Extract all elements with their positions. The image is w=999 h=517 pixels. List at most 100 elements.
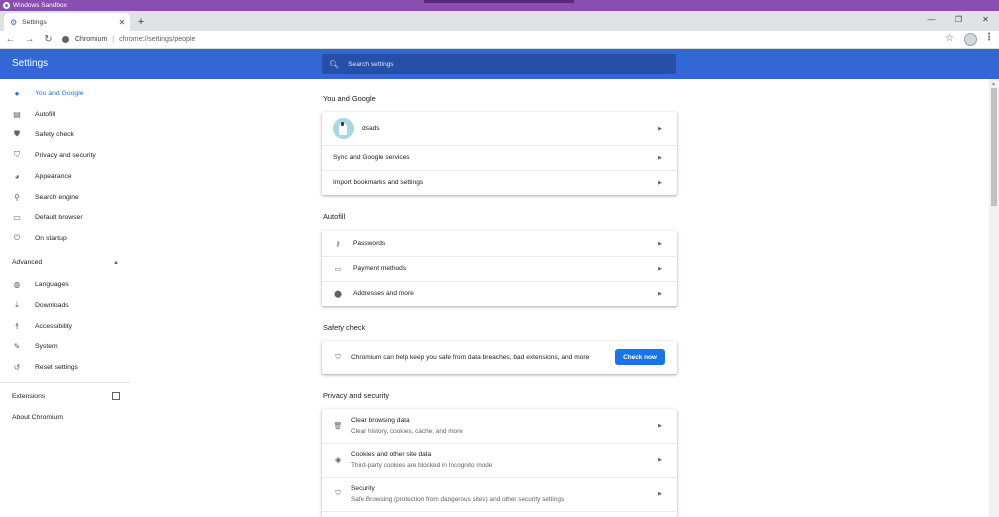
sidebar-item-languages[interactable]: ◍ Languages [0, 274, 130, 294]
search-input[interactable]: 🔍︎ Search settings [322, 54, 676, 74]
site-name: Chromium [75, 36, 108, 43]
sandbox-icon [3, 2, 10, 9]
url-text[interactable]: chrome://settings/people [119, 36, 195, 43]
sidebar-item-accessibility[interactable]: ☨ Accessibility [0, 316, 130, 336]
profile-avatar[interactable] [964, 33, 977, 46]
sidebar-item-you-and-google[interactable]: ● You and Google [0, 83, 130, 103]
sidebar-item-label: System [35, 342, 58, 350]
restore-button[interactable]: ❐ [945, 11, 972, 29]
page-title: Settings [12, 58, 49, 69]
sidebar-item-autofill[interactable]: ▤ Autofill [0, 104, 130, 124]
settings-header: Settings 🔍︎ Search settings [0, 49, 999, 79]
autofill-card: ⚷ Passwords ▶ ▭ Payment methods ▶ ⬤ Addr… [322, 231, 677, 306]
sidebar-item-label: You and Google [35, 89, 84, 97]
reload-icon[interactable]: ↻ [40, 34, 57, 45]
arrow-right-icon: ▶ [658, 423, 662, 429]
sidebar-item-label: Autofill [35, 110, 56, 118]
addresses-row[interactable]: ⬤ Addresses and more ▶ [322, 281, 677, 306]
sidebar-item-downloads[interactable]: ⤓ Downloads [0, 295, 130, 315]
browser-icon: ▭ [13, 212, 21, 222]
sidebar-item-system[interactable]: ✎ System [0, 336, 130, 356]
trash-icon: 🗑︎ [333, 423, 343, 430]
scroll-thumb[interactable] [991, 88, 997, 206]
section-title-safety-check: Safety check [323, 323, 366, 332]
location-pin-icon: ⬤ [334, 290, 342, 298]
power-icon: ⏻ [13, 233, 21, 242]
cookies-title: Cookies and other site data [351, 451, 432, 458]
passwords-label: Passwords [353, 240, 386, 247]
scroll-up-icon[interactable]: ▲ [991, 81, 996, 87]
site-info-icon[interactable] [62, 36, 69, 43]
profile-row[interactable]: dsads ▶ [322, 112, 677, 145]
new-tab-button[interactable]: + [134, 15, 148, 29]
security-sub: Safe Browsing (protection from dangerous… [351, 496, 565, 503]
sidebar-item-label: Downloads [35, 301, 69, 309]
sandbox-title: Windows Sandbox [13, 2, 67, 9]
credit-card-icon: ▭ [334, 265, 342, 273]
sidebar-item-label: Accessibility [35, 322, 73, 330]
back-arrow-icon[interactable]: ← [2, 34, 19, 45]
key-icon: ⚷ [335, 240, 341, 248]
advanced-toggle[interactable]: Advanced [12, 259, 42, 266]
clear-data-sub: Clear history, cookies, cache, and more [351, 428, 463, 435]
shield-icon: ⛉ [14, 150, 20, 159]
close-window-button[interactable]: ✕ [972, 11, 999, 29]
sidebar-item-label: Reset settings [35, 363, 79, 371]
shield-icon: ⛉ [335, 353, 341, 361]
arrow-right-icon: ▶ [658, 491, 662, 497]
address-separator: | [112, 36, 115, 43]
sidebar-item-appearance[interactable]: ◕ Appearance [0, 166, 130, 186]
history-icon: ↺ [13, 362, 21, 372]
passwords-row[interactable]: ⚷ Passwords ▶ [322, 231, 677, 256]
menu-dots-icon[interactable]: ⋮ [984, 32, 994, 43]
browser-toolbar: ← → ↻ Chromium | chrome://settings/peopl… [0, 31, 999, 49]
tab-settings[interactable]: ⚙ Settings ✕ [4, 13, 130, 31]
security-row[interactable]: ⛉ Security Safe Browsing (protection fro… [322, 477, 677, 511]
tab-strip: ⚙ Settings ✕ + [0, 11, 999, 31]
forward-arrow-icon[interactable]: → [21, 34, 38, 45]
clear-data-row[interactable]: 🗑︎ Clear browsing data Clear history, co… [322, 409, 677, 443]
sidebar-item-about[interactable]: About Chromium [12, 414, 63, 421]
sidebar-item-reset[interactable]: ↺ Reset settings [0, 357, 130, 377]
shield-icon: ⛉ [335, 490, 341, 497]
arrow-right-icon: ▶ [658, 457, 662, 463]
arrow-right-icon: ▶ [658, 125, 662, 132]
minimize-button[interactable]: — [918, 11, 945, 29]
sidebar-item-label: Safety check [35, 130, 74, 138]
download-icon: ⤓ [15, 300, 19, 309]
palette-icon: ◕ [14, 171, 20, 181]
import-label: Import bookmarks and settings [333, 179, 424, 186]
sidebar-item-search-engine[interactable]: ⚲ Search engine [0, 187, 130, 207]
sidebar-item-extensions[interactable]: Extensions [12, 393, 45, 400]
search-placeholder: Search settings [348, 60, 394, 68]
dog-ear [341, 122, 344, 126]
person-icon: ● [14, 88, 20, 98]
bookmark-star-icon[interactable]: ☆ [945, 33, 954, 44]
sidebar-item-privacy[interactable]: ⛉ Privacy and security [0, 145, 130, 165]
sidebar-item-safety-check[interactable]: ⛊ Safety check [0, 124, 130, 144]
shield-check-icon: ⛊ [14, 129, 20, 138]
address-bar[interactable]: Chromium | chrome://settings/people [57, 32, 957, 47]
arrow-right-icon: ▶ [658, 179, 662, 186]
wrench-icon: ✎ [13, 341, 21, 351]
check-now-button[interactable]: Check now [615, 349, 665, 365]
arrow-right-icon: ▶ [658, 154, 662, 161]
sidebar-item-label: Appearance [35, 172, 72, 180]
open-in-new-icon[interactable] [112, 392, 120, 400]
caret-up-icon[interactable]: ▲ [113, 260, 119, 266]
scrollbar[interactable]: ▲ [989, 79, 999, 517]
sidebar-item-default-browser[interactable]: ▭ Default browser [0, 207, 130, 227]
payment-label: Payment methods [353, 265, 407, 272]
section-title-autofill: Autofill [323, 212, 346, 221]
window-controls: — ❐ ✕ [918, 11, 999, 29]
sidebar-item-on-startup[interactable]: ⏻ On startup [0, 228, 130, 248]
payment-row[interactable]: ▭ Payment methods ▶ [322, 256, 677, 281]
tab-close-icon[interactable]: ✕ [117, 18, 127, 27]
safety-text: Chromium can help keep you safe from dat… [351, 354, 590, 361]
import-row[interactable]: Import bookmarks and settings ▶ [322, 170, 677, 195]
sync-row[interactable]: Sync and Google services ▶ [322, 145, 677, 170]
cookie-icon: ◉ [334, 457, 342, 464]
sidebar-item-label: Languages [35, 280, 69, 288]
cookies-row[interactable]: ◉ Cookies and other site data Third-part… [322, 443, 677, 477]
sync-label: Sync and Google services [333, 154, 410, 161]
